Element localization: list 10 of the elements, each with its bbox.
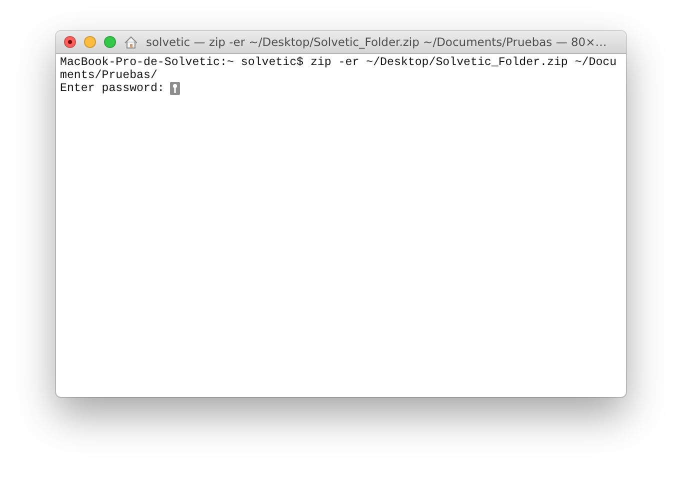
home-icon [124, 36, 138, 48]
dot-icon [68, 40, 72, 44]
window-title: solvetic — zip -er ~/Desktop/Solvetic_Folder.zip ~/Documents/Pruebas — 80×… [146, 35, 607, 49]
key-icon [170, 82, 180, 95]
terminal-line: MacBook-Pro-de-Solvetic:~ solvetic$ zip -er ~/Desktop/Solvetic_Folder.zip ~/Docu [60, 56, 617, 69]
close-button[interactable] [64, 36, 76, 48]
minimize-button[interactable] [84, 36, 96, 48]
terminal-line: ments/Pruebas/ [60, 69, 158, 82]
zoom-button[interactable] [104, 36, 116, 48]
terminal-line: Enter password: [60, 82, 164, 95]
